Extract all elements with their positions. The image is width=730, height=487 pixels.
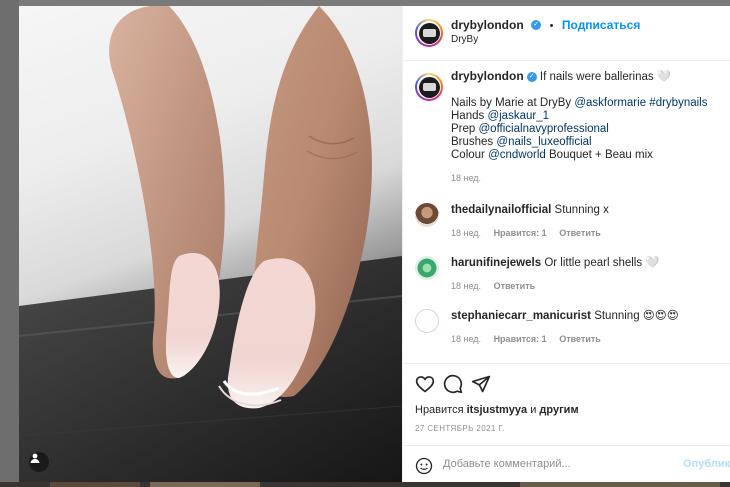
post-photo[interactable] xyxy=(19,6,402,482)
comment-author[interactable]: thedailynailofficial xyxy=(451,204,551,216)
comment-author[interactable]: harunifinejewels xyxy=(451,257,541,269)
caption-text: Brushes xyxy=(451,136,494,148)
caption-timestamp[interactable]: 18 нед. xyxy=(451,172,721,185)
post-date[interactable]: 27 СЕНТЯБРЬ 2021 Г. xyxy=(415,424,505,433)
post-details-panel: drybylondon ✓ • Подписаться DryBy drybyl… xyxy=(402,6,730,482)
comment-author[interactable]: stephaniecarr_manicurist xyxy=(451,310,591,322)
comment-item: thedailynailofficial Stunning x 18 нед. … xyxy=(451,203,721,240)
verified-badge-icon: ✓ xyxy=(531,19,542,30)
comment-reply-button[interactable]: Ответить xyxy=(559,228,601,238)
caption-text: Bouquet + Beau mix xyxy=(549,149,653,161)
author-avatar[interactable] xyxy=(415,19,443,47)
mention-link[interactable]: @cndworld xyxy=(488,149,546,161)
share-icon[interactable] xyxy=(471,374,491,394)
comment-timestamp[interactable]: 18 нед. xyxy=(451,334,481,344)
caption-author-avatar[interactable] xyxy=(415,73,443,101)
mention-link[interactable]: @askformarie xyxy=(574,97,646,109)
verified-badge-icon: ✓ xyxy=(526,71,537,82)
publish-button[interactable]: Опублико xyxy=(683,458,730,470)
caption-text: Prep xyxy=(451,123,476,135)
commenter-avatar[interactable] xyxy=(415,203,439,227)
emoji-icon[interactable] xyxy=(415,457,433,475)
page-backdrop-left xyxy=(0,0,19,487)
mention-link[interactable]: @jaskaur_1 xyxy=(487,110,549,122)
comment-input[interactable]: Добавьте комментарий... xyxy=(443,458,571,470)
comment-reply-button[interactable]: Ответить xyxy=(559,334,601,344)
follow-button[interactable]: Подписаться xyxy=(562,18,640,32)
likes-summary: Нравится itsjustmyya и другим xyxy=(415,404,579,416)
author-username[interactable]: drybylondon xyxy=(451,18,524,32)
caption-first-line: If nails were ballerinas 🤍 xyxy=(539,71,672,83)
comment-item: stephaniecarr_manicurist Stunning 😍😍😍 18… xyxy=(451,309,721,346)
commenter-avatar[interactable] xyxy=(415,256,439,280)
likes-others-button[interactable]: другим xyxy=(539,404,578,416)
post-location[interactable]: DryBy xyxy=(451,34,478,45)
comment-timestamp[interactable]: 18 нед. xyxy=(451,281,481,291)
add-comment-bar: Добавьте комментарий... Опублико xyxy=(403,445,730,484)
post-header: drybylondon ✓ • Подписаться DryBy xyxy=(403,6,730,61)
hashtag-link[interactable]: #drybynails xyxy=(649,97,707,109)
comment-likes[interactable]: Нравится: 1 xyxy=(494,228,547,238)
comment-text: Stunning 😍😍😍 xyxy=(594,310,679,322)
user-tag-icon[interactable] xyxy=(29,452,49,472)
nails-photo-illustration xyxy=(19,6,402,482)
caption-text: Hands xyxy=(451,110,485,122)
mention-link[interactable]: @nails_luxeofficial xyxy=(496,136,591,148)
commenter-avatar[interactable] xyxy=(415,309,439,333)
caption-text: Nails by Marie at DryBy xyxy=(451,97,572,109)
likes-prefix: Нравится xyxy=(415,404,464,416)
comment-likes[interactable]: Нравится: 1 xyxy=(494,334,547,344)
comment-icon[interactable] xyxy=(443,374,463,394)
caption-text: Colour xyxy=(451,149,485,161)
caption-author[interactable]: drybylondon xyxy=(451,69,524,83)
comment-text: Stunning x xyxy=(554,204,609,216)
mention-link[interactable]: @officialnavyprofessional xyxy=(479,123,609,135)
comment-text: Or little pearl shells 🤍 xyxy=(544,257,660,269)
heart-icon[interactable] xyxy=(415,374,435,394)
comment-reply-button[interactable]: Ответить xyxy=(494,281,536,291)
post-caption: drybylondon ✓ If nails were ballerinas 🤍 … xyxy=(451,70,721,185)
post-actions: Нравится itsjustmyya и другим 27 СЕНТЯБР… xyxy=(403,363,730,483)
comment-timestamp[interactable]: 18 нед. xyxy=(451,228,481,238)
author-line: drybylondon ✓ • Подписаться xyxy=(451,16,640,34)
likes-conj: и xyxy=(530,404,537,416)
separator-dot: • xyxy=(549,20,554,32)
comment-item: harunifinejewels Or little pearl shells … xyxy=(451,256,721,293)
liker-username[interactable]: itsjustmyya xyxy=(467,404,528,416)
